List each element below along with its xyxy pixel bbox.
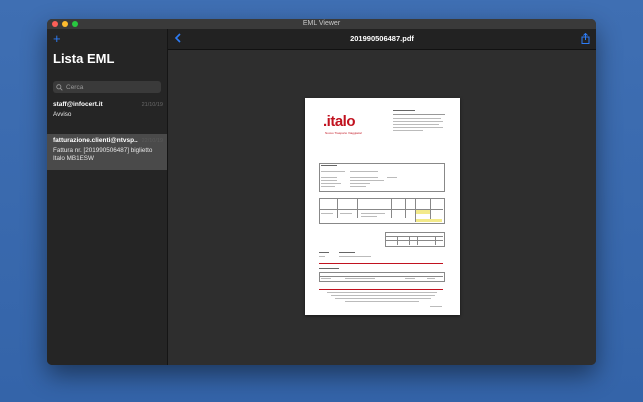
search-icon	[56, 83, 63, 91]
list-item-selected[interactable]: fatturazione.clienti@ntvsp... 22/10/19 F…	[47, 134, 167, 170]
item-sender: fatturazione.clienti@ntvsp...	[53, 137, 138, 144]
sidebar: + Lista EML Cerca staff@infocert.it 21/1…	[47, 29, 168, 365]
item-sender: staff@infocert.it	[53, 101, 103, 108]
item-date: 22/10/19	[141, 138, 163, 144]
minimize-window-button[interactable]	[62, 21, 68, 27]
sidebar-title: Lista EML	[53, 51, 115, 66]
app-window: EML Viewer + Lista EML Cerca staff@infoc…	[47, 19, 596, 365]
window-title: EML Viewer	[302, 20, 341, 27]
zoom-window-button[interactable]	[72, 21, 78, 27]
list-item[interactable]: staff@infocert.it 21/10/19 Avviso	[47, 99, 167, 129]
traffic-lights	[52, 21, 78, 27]
share-icon[interactable]	[581, 33, 590, 44]
item-date: 21/10/19	[141, 102, 163, 108]
customer-data-box	[319, 163, 445, 192]
document-title: 201990506487.pdf	[350, 34, 414, 43]
pdf-page: .italo Nuovo Trasporto Viaggiatori	[305, 98, 460, 315]
toolbar: 201990506487.pdf	[168, 29, 596, 50]
close-window-button[interactable]	[52, 21, 58, 27]
main-pane: 201990506487.pdf .italo Nuovo Trasporto …	[168, 29, 596, 365]
italo-logo-tagline: Nuovo Trasporto Viaggiatori	[325, 131, 363, 135]
item-subject: Avviso	[53, 111, 72, 118]
item-subject: Fattura nr. [201990506487] biglietto Ita…	[53, 147, 153, 162]
title-bar: EML Viewer	[47, 19, 596, 29]
add-eml-button[interactable]: +	[53, 32, 61, 45]
search-input[interactable]: Cerca	[53, 81, 161, 93]
search-placeholder: Cerca	[66, 83, 84, 91]
italo-logo: .italo	[323, 113, 356, 130]
